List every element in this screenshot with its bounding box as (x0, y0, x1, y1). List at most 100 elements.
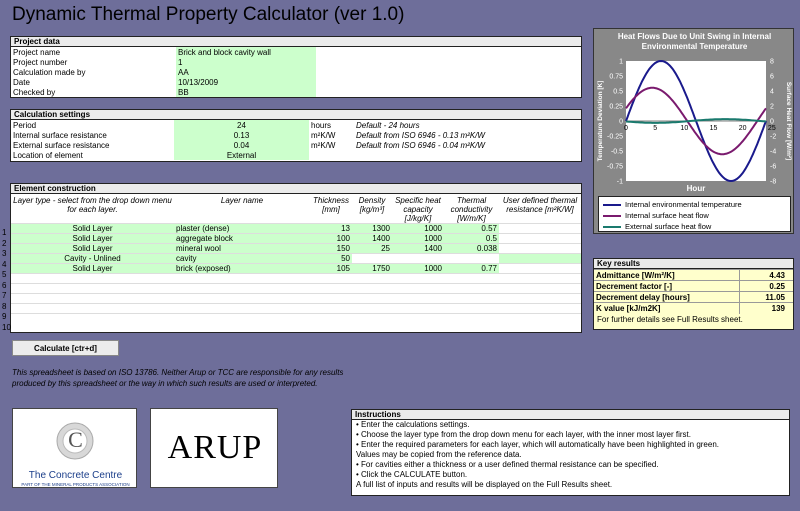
calculate-button[interactable]: Calculate [ctr+d] (12, 340, 119, 356)
conductivity-cell[interactable] (444, 313, 499, 324)
layer-type-select[interactable] (11, 313, 174, 324)
y-tick-right: -6 (770, 164, 776, 171)
heat-flow-chart: Heat Flows Due to Unit Swing in Internal… (593, 28, 794, 234)
layer-type-select[interactable]: Solid Layer (11, 263, 174, 274)
thickness-cell[interactable]: 50 (310, 253, 352, 264)
layer-name-cell[interactable]: cavity (174, 253, 310, 264)
thickness-cell[interactable] (310, 313, 352, 324)
thermal-resistance-cell[interactable] (499, 303, 581, 314)
project-value[interactable]: Brick and block cavity wall (176, 47, 316, 57)
density-cell[interactable]: 1400 (352, 233, 392, 244)
density-cell[interactable] (352, 253, 392, 264)
density-cell[interactable] (352, 313, 392, 324)
col-thickness: Thickness [mm] (312, 196, 349, 214)
key-result-label: K value [kJ/m2K] (594, 302, 739, 314)
specific-heat-cell[interactable] (392, 293, 444, 304)
specific-heat-cell[interactable]: 1000 (392, 263, 444, 274)
key-result-row: K value [kJ/m2K] 139 (594, 302, 793, 314)
concrete-centre-tagline: PART OF THE MINERAL PRODUCTS ASSOCIATION (21, 482, 130, 487)
project-value[interactable]: BB (176, 87, 316, 97)
specific-heat-cell[interactable] (392, 313, 444, 324)
thermal-resistance-cell[interactable] (499, 233, 581, 244)
y-tick-right: -4 (770, 149, 776, 156)
thermal-resistance-cell[interactable] (499, 293, 581, 304)
density-cell[interactable] (352, 273, 392, 284)
layer-type-select[interactable]: Cavity - Unlined (11, 253, 174, 264)
conductivity-cell[interactable]: 0.5 (444, 233, 499, 244)
layer-row (11, 283, 581, 294)
specific-heat-cell[interactable]: 1000 (392, 233, 444, 244)
thermal-resistance-cell[interactable] (499, 283, 581, 294)
density-cell[interactable] (352, 293, 392, 304)
thermal-resistance-cell[interactable] (499, 263, 581, 274)
specific-heat-cell[interactable] (392, 283, 444, 294)
layer-name-cell[interactable]: mineral wool (174, 243, 310, 254)
specific-heat-cell[interactable]: 1000 (392, 223, 444, 234)
calc-value[interactable]: 0.13 (174, 130, 309, 140)
col-specific-heat: Specific heat capacity [J/kg/K] (395, 196, 441, 223)
thermal-resistance-cell[interactable] (499, 243, 581, 254)
layer-name-cell[interactable]: aggregate block (174, 233, 310, 244)
calc-value[interactable]: 0.04 (174, 140, 309, 150)
density-cell[interactable] (352, 283, 392, 294)
project-value[interactable]: 10/13/2009 (176, 77, 316, 87)
thickness-cell[interactable] (310, 293, 352, 304)
project-spacer (316, 87, 581, 97)
calc-value[interactable]: 24 (174, 120, 309, 130)
thermal-resistance-cell[interactable] (499, 273, 581, 284)
layer-type-select[interactable] (11, 283, 174, 294)
thermal-resistance-cell[interactable] (499, 313, 581, 324)
density-cell[interactable] (352, 303, 392, 314)
layer-type-select[interactable] (11, 303, 174, 314)
conductivity-cell[interactable] (444, 273, 499, 284)
calc-value[interactable]: External (174, 150, 309, 160)
project-row: Project name Brick and block cavity wall (11, 47, 581, 57)
project-value[interactable]: AA (176, 67, 316, 77)
layer-name-cell[interactable] (174, 293, 310, 304)
layer-type-select[interactable] (11, 273, 174, 284)
conductivity-cell[interactable]: 0.77 (444, 263, 499, 274)
thickness-cell[interactable] (310, 273, 352, 284)
thermal-resistance-cell[interactable] (499, 253, 581, 264)
layer-type-select[interactable]: Solid Layer (11, 223, 174, 234)
thickness-cell[interactable]: 13 (310, 223, 352, 234)
conductivity-cell[interactable] (444, 283, 499, 294)
conductivity-cell[interactable]: 0.038 (444, 243, 499, 254)
thickness-cell[interactable] (310, 303, 352, 314)
calc-note (354, 150, 581, 160)
specific-heat-cell[interactable] (392, 303, 444, 314)
specific-heat-cell[interactable] (392, 273, 444, 284)
conductivity-cell[interactable] (444, 253, 499, 264)
col-conductivity: Thermal conductivity [W/m/K] (450, 196, 493, 223)
project-value[interactable]: 1 (176, 57, 316, 67)
row-number: 10 (2, 322, 11, 332)
calc-label: External surface resistance (13, 140, 110, 150)
conductivity-cell[interactable] (444, 293, 499, 304)
legend-swatch (603, 225, 621, 228)
project-spacer (316, 47, 581, 57)
layer-type-select[interactable] (11, 293, 174, 304)
layer-type-select[interactable]: Solid Layer (11, 233, 174, 244)
layer-name-cell[interactable] (174, 273, 310, 284)
layer-name-cell[interactable] (174, 303, 310, 314)
layer-name-cell[interactable]: plaster (dense) (174, 223, 310, 234)
key-results-footer: For further details see Full Results she… (597, 314, 743, 324)
thickness-cell[interactable] (310, 283, 352, 294)
density-cell[interactable]: 1750 (352, 263, 392, 274)
conductivity-cell[interactable]: 0.57 (444, 223, 499, 234)
density-cell[interactable]: 25 (352, 243, 392, 254)
key-result-row: Admittance [W/m²/K] 4.43 (594, 269, 793, 281)
specific-heat-cell[interactable]: 1400 (392, 243, 444, 254)
thickness-cell[interactable]: 105 (310, 263, 352, 274)
thickness-cell[interactable]: 150 (310, 243, 352, 254)
density-cell[interactable]: 1300 (352, 223, 392, 234)
thermal-resistance-cell[interactable] (499, 223, 581, 234)
layer-name-cell[interactable] (174, 283, 310, 294)
specific-heat-cell[interactable] (392, 253, 444, 264)
layer-type-select[interactable]: Solid Layer (11, 243, 174, 254)
layer-name-cell[interactable] (174, 313, 310, 324)
layer-name-cell[interactable]: brick (exposed) (174, 263, 310, 274)
conductivity-cell[interactable] (444, 303, 499, 314)
row-number: 8 (2, 301, 7, 311)
thickness-cell[interactable]: 100 (310, 233, 352, 244)
